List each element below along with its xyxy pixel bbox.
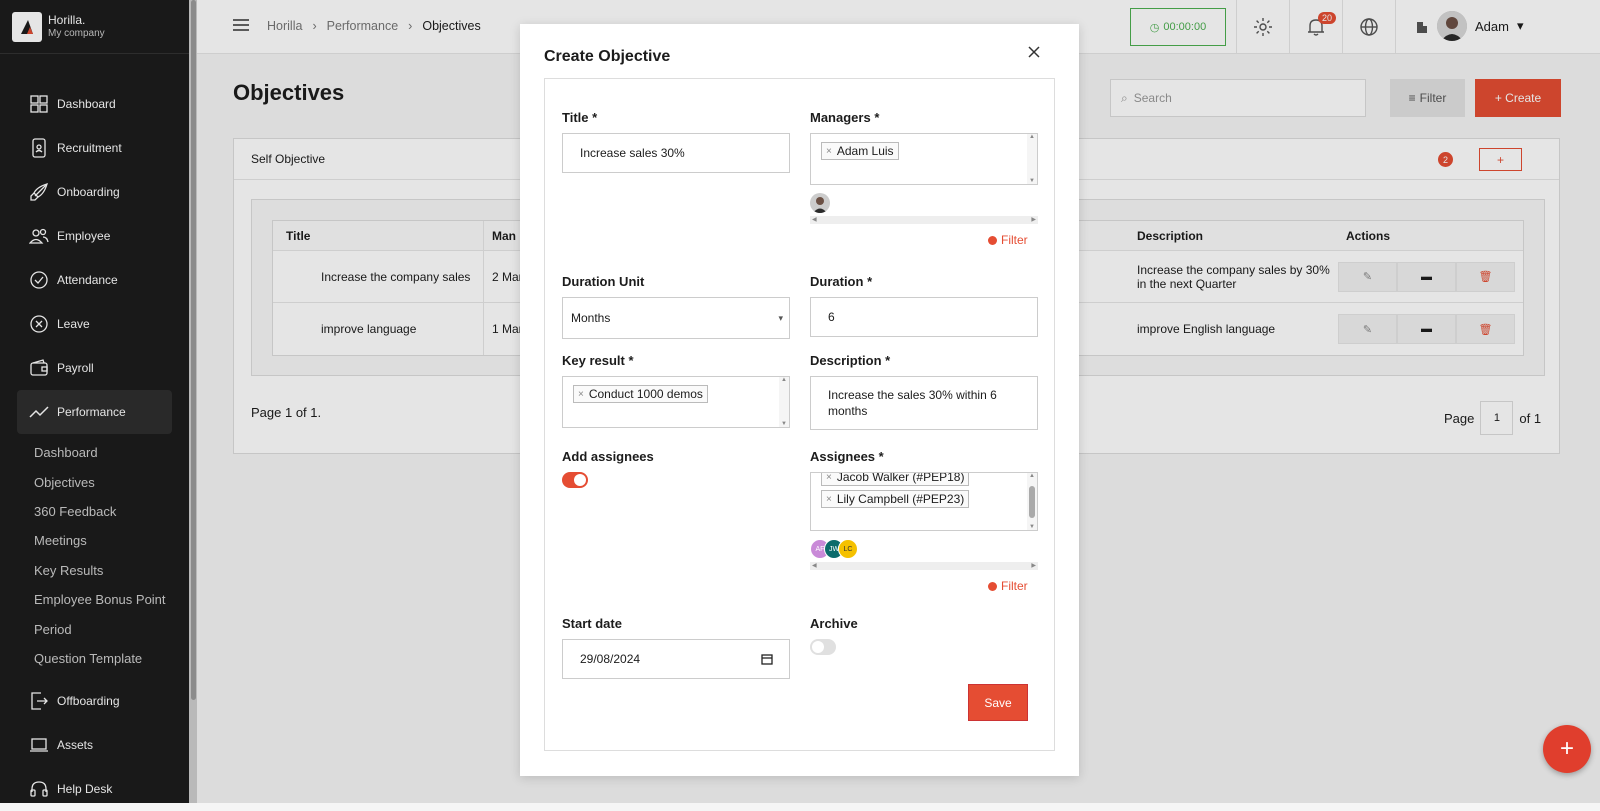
start-date-input[interactable]: 29/08/2024 [562,639,790,679]
duration-label: Duration * [810,274,1038,289]
start-date-label: Start date [562,616,790,631]
filter-dot-icon [988,236,997,245]
modal-title: Create Objective [544,48,670,66]
remove-tag-icon[interactable]: × [826,472,832,483]
assignee-tag[interactable]: × Jacob Walker (#PEP18) [821,472,969,486]
calendar-icon[interactable] [761,653,773,665]
assignees-select[interactable]: × Jacob Walker (#PEP18) × Lily Campbell (#… [810,472,1038,531]
description-textarea[interactable]: Increase the sales 30% within 6 months [810,376,1038,430]
key-result-label: Key result * [562,353,790,368]
key-result-tag-label: Conduct 1000 demos [589,387,703,401]
assignee-tag-label: Jacob Walker (#PEP18) [837,472,965,484]
key-result-tag[interactable]: × Conduct 1000 demos [573,385,708,403]
manager-tag[interactable]: × Adam Luis [821,142,899,160]
managers-hscroll[interactable]: ◀▶ [810,216,1038,224]
key-result-scrollbar[interactable]: ▲▼ [779,377,789,427]
filter-link-label: Filter [1001,579,1028,593]
assignees-label: Assignees * [810,449,1038,464]
duration-unit-label: Duration Unit [562,274,790,289]
remove-tag-icon[interactable]: × [826,494,832,505]
close-icon[interactable] [1028,46,1040,58]
avatar: LC [838,539,858,559]
filter-link-label: Filter [1001,233,1028,247]
assignees-hscroll[interactable]: ◀▶ [810,562,1038,570]
plus-icon: + [1560,735,1574,763]
assignee-tag-label: Lily Campbell (#PEP23) [837,492,964,506]
add-assignees-label: Add assignees [562,449,654,464]
duration-unit-value: Months [571,311,610,325]
add-assignees-toggle[interactable] [562,472,588,488]
quick-add-button[interactable]: + [1543,725,1591,773]
manager-avatar [810,193,830,213]
key-result-select[interactable]: × Conduct 1000 demos ▲▼ [562,376,790,428]
create-objective-modal: Create Objective Title * Increase sales … [520,24,1079,776]
managers-label: Managers * [810,110,1038,125]
managers-select[interactable]: × Adam Luis ▲▼ [810,133,1038,185]
assignee-tag[interactable]: × Lily Campbell (#PEP23) [821,490,969,508]
save-button[interactable]: Save [968,684,1028,721]
chevron-down-icon: ▾ [778,313,783,324]
assignees-scrollbar[interactable]: ▲▼ [1027,473,1037,530]
archive-toggle[interactable] [810,639,836,655]
assignee-avatars: AF JW LC [810,539,1038,559]
filter-dot-icon [988,582,997,591]
managers-scrollbar[interactable]: ▲▼ [1027,134,1037,184]
title-input[interactable]: Increase sales 30% [562,133,790,173]
manager-tag-label: Adam Luis [837,144,894,158]
title-label: Title * [562,110,790,125]
start-date-value: 29/08/2024 [580,652,640,666]
duration-unit-select[interactable]: Months ▾ [562,297,790,339]
remove-tag-icon[interactable]: × [826,146,832,157]
managers-filter-link[interactable]: Filter [988,233,1038,247]
modal-form: Title * Increase sales 30% Managers * × A… [544,78,1055,751]
remove-tag-icon[interactable]: × [578,389,584,400]
duration-input[interactable]: 6 [810,297,1038,337]
description-label: Description * [810,353,1038,368]
assignees-filter-link[interactable]: Filter [988,579,1038,593]
archive-label: Archive [810,616,858,631]
